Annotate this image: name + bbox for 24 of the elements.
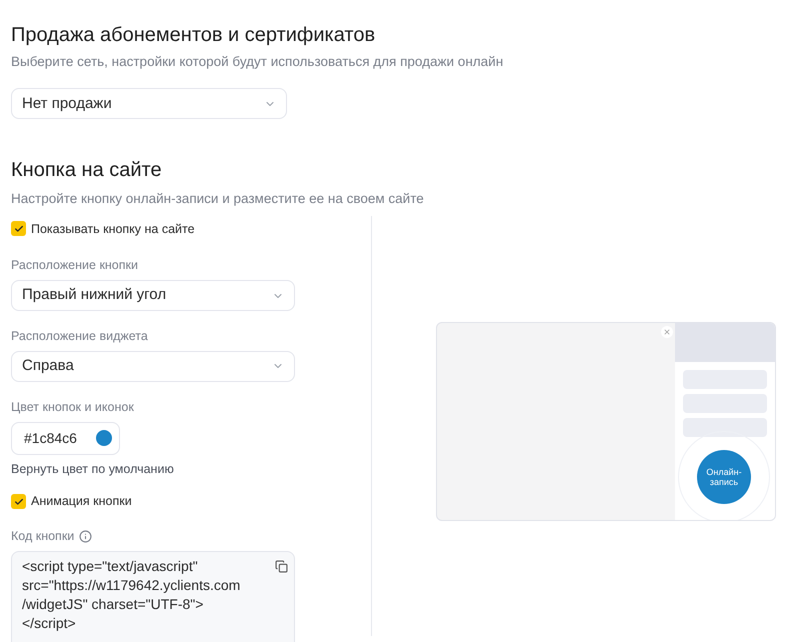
reset-color-link[interactable]: Вернуть цвет по умолчанию bbox=[11, 460, 371, 478]
check-icon bbox=[14, 496, 24, 507]
color-field[interactable]: #1c84c6 bbox=[11, 422, 120, 454]
field-label: Расположение виджета bbox=[11, 328, 149, 345]
online-booking-button[interactable]: Онлайн-запись bbox=[697, 450, 751, 504]
section-subtitle: Выберите сеть, настройки которой будут использоваться для продажи онлайн bbox=[11, 53, 504, 71]
info-icon[interactable] bbox=[79, 530, 92, 543]
check-icon bbox=[14, 224, 24, 234]
dropdown[interactable]: Правый нижний угол bbox=[11, 280, 295, 311]
checkbox[interactable] bbox=[11, 494, 26, 510]
checkbox-label: Показывать кнопку на сайте bbox=[31, 220, 195, 238]
checkbox[interactable] bbox=[11, 221, 26, 236]
section-title: Продажа абонементов и сертификатов bbox=[11, 23, 376, 48]
checkbox-label: Анимация кнопки bbox=[31, 493, 132, 510]
field-label: Расположение кнопки bbox=[11, 257, 139, 274]
section-title: Кнопка на сайте bbox=[11, 158, 163, 184]
code-box[interactable]: <script type="text/javascript" src="https://w1179642.yclients.com /widgetJS" charset="UTF-8"> </script> bbox=[11, 550, 295, 642]
section-subtitle: Настройте кнопку онлайн-записи и разместите ее на своем сайте bbox=[11, 190, 425, 208]
copy-icon[interactable] bbox=[275, 560, 288, 573]
field-label: Цвет кнопок и иконок bbox=[11, 398, 135, 416]
close-icon bbox=[661, 326, 673, 338]
dropdown[interactable]: Нет продажи bbox=[11, 88, 287, 120]
field-label: Код кнопки bbox=[11, 528, 74, 545]
dropdown[interactable]: Справа bbox=[11, 350, 295, 382]
